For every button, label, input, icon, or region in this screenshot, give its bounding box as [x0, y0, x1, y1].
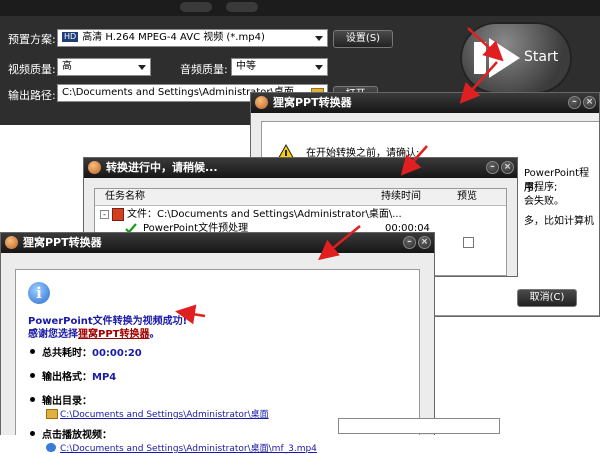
video-icon	[46, 443, 56, 452]
red-arrow-icon	[467, 27, 504, 62]
red-arrow-icon	[175, 304, 206, 325]
video-file-link[interactable]: C:\Documents and Settings\Administrator\…	[60, 441, 317, 454]
red-arrow-icon	[459, 61, 498, 104]
red-arrow-icon	[318, 225, 361, 261]
red-arrow-icon	[400, 145, 428, 176]
annotation-overlay	[175, 27, 504, 325]
